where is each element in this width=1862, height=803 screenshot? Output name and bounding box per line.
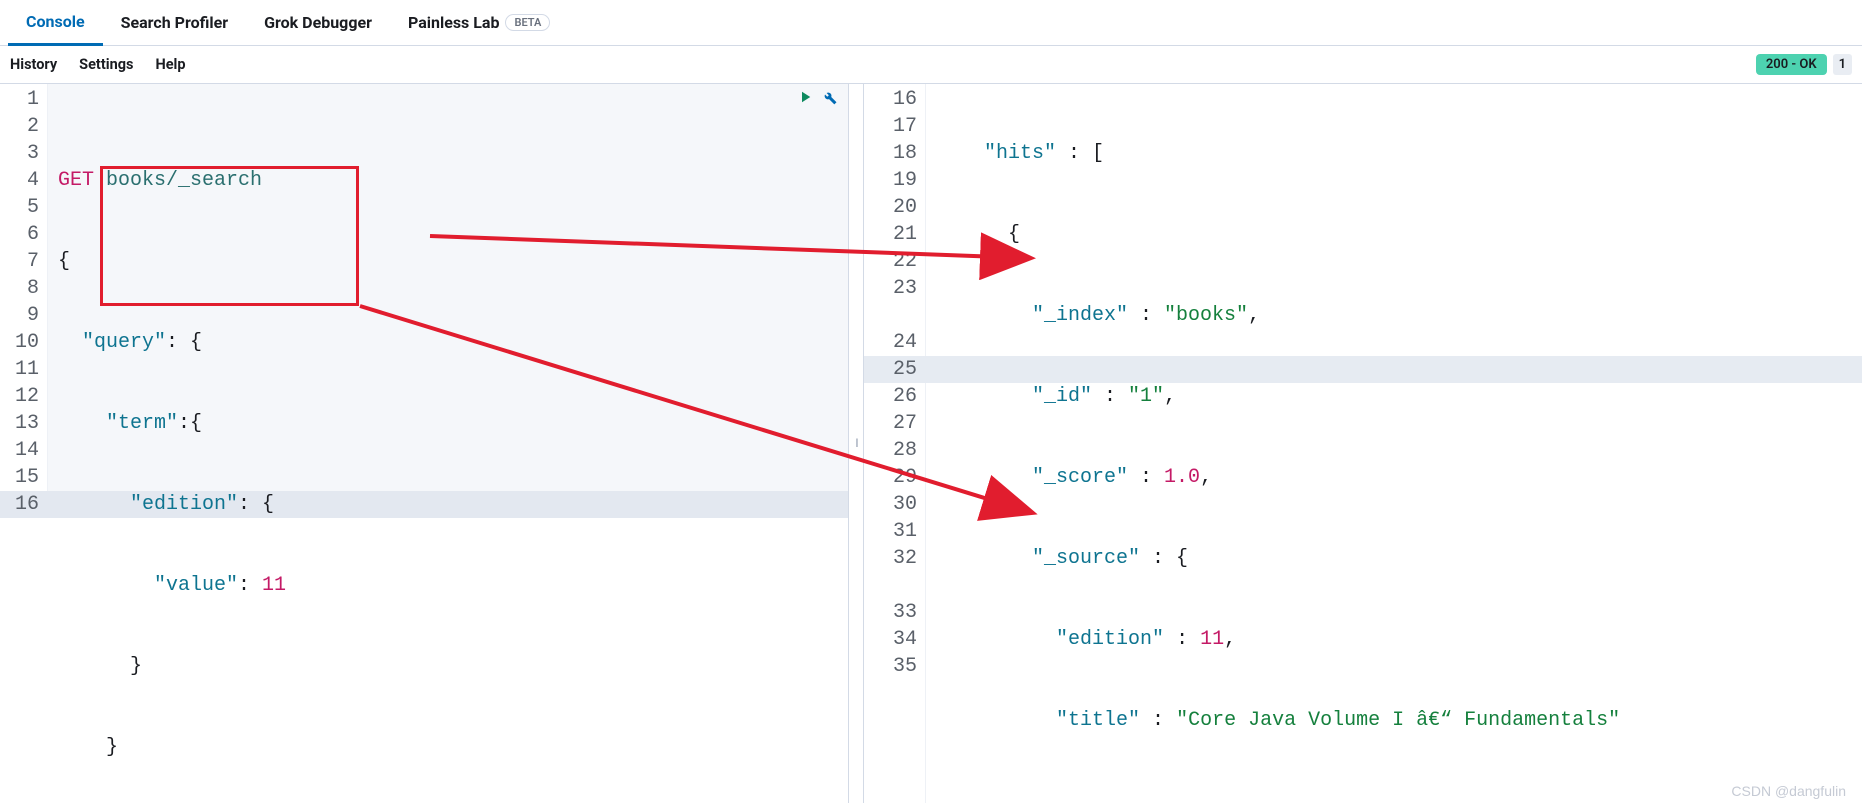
console-toolbar: History Settings Help 200 - OK 1 <box>0 46 1862 84</box>
history-link[interactable]: History <box>10 56 57 73</box>
tab-painless-label: Painless Lab <box>408 13 500 32</box>
request-editor[interactable]: 1 2 3 4 5 6 7 8 9 10 11 12 13 14 15 16 G… <box>0 84 848 803</box>
run-icon[interactable] <box>796 88 814 115</box>
dev-tools-tabs: Console Search Profiler Grok Debugger Pa… <box>0 0 1862 46</box>
settings-link[interactable]: Settings <box>79 56 133 73</box>
help-link[interactable]: Help <box>155 56 185 73</box>
request-count-badge[interactable]: 1 <box>1833 54 1852 75</box>
wrench-icon[interactable] <box>820 88 838 115</box>
tab-console[interactable]: Console <box>8 0 103 46</box>
pane-splitter[interactable] <box>848 84 864 803</box>
beta-badge: BETA <box>505 14 550 31</box>
watermark: CSDN @dangfulin <box>1731 783 1846 799</box>
response-gutter: 16 17 18 19 20 21 22 23 24 25 26 27 28 2… <box>864 84 926 803</box>
response-viewer[interactable]: 16 17 18 19 20 21 22 23 24 25 26 27 28 2… <box>864 84 1862 803</box>
response-code: "hits" : [ { "_index" : "books", "_id" :… <box>926 84 1862 803</box>
request-code[interactable]: GET books/_search { "query": { "term":{ … <box>48 84 848 803</box>
status-badge[interactable]: 200 - OK <box>1756 54 1827 75</box>
console-main: 1 2 3 4 5 6 7 8 9 10 11 12 13 14 15 16 G… <box>0 84 1862 803</box>
tab-grok-debugger[interactable]: Grok Debugger <box>246 0 390 46</box>
tab-painless-lab[interactable]: Painless Lab BETA <box>390 0 568 46</box>
tab-search-profiler[interactable]: Search Profiler <box>103 0 247 46</box>
